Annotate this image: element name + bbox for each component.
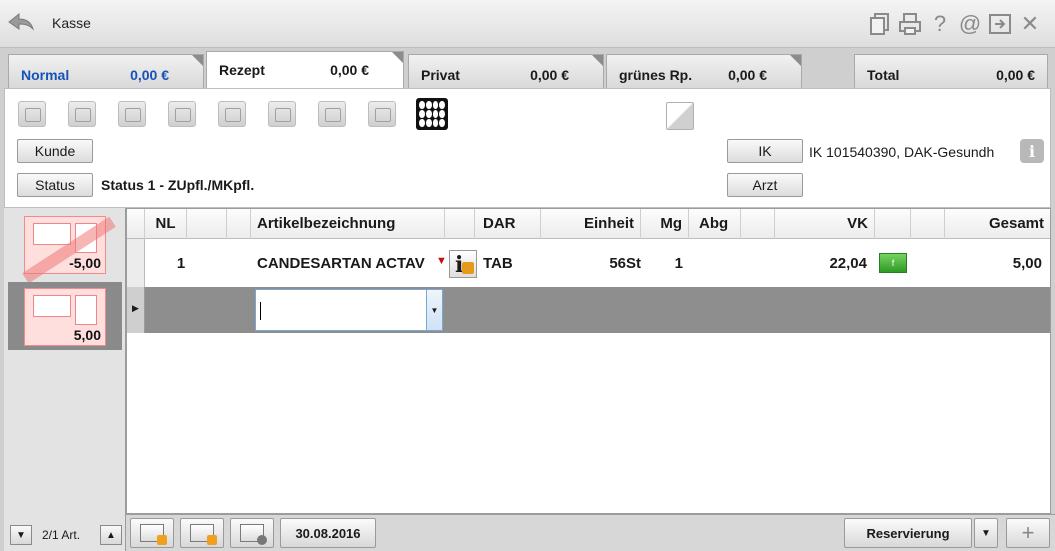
receipt-list: -5,00 5,00 ▼ 2/1 Art. ▲ xyxy=(4,208,126,551)
help-icon[interactable]: ? xyxy=(925,10,955,38)
tab-amount: 0,00 € xyxy=(728,67,767,83)
article-count: 2/1 Art. xyxy=(42,528,81,542)
row-pointer[interactable]: ▶ xyxy=(127,287,145,333)
tab-bar: Normal 0,00 € Rezept 0,00 € Privat 0,00 … xyxy=(0,48,1055,89)
window-title: Kasse xyxy=(52,15,91,31)
tab-privat[interactable]: Privat 0,00 € xyxy=(408,54,604,88)
table-import-button[interactable] xyxy=(130,518,174,548)
ik-text: IK 101540390, DAK-Gesundh xyxy=(809,144,995,160)
status-button[interactable]: Status xyxy=(17,173,93,197)
info-icon[interactable]: i xyxy=(1020,139,1044,163)
row-pointer-icon: ▶ xyxy=(132,303,139,313)
col-abg[interactable]: Abg xyxy=(689,209,741,239)
article-info-icon[interactable]: i xyxy=(449,250,477,278)
tab-label: grünes Rp. xyxy=(619,67,693,83)
tab-amount: 0,00 € xyxy=(330,62,369,78)
back-arrow-icon[interactable] xyxy=(6,10,36,34)
cell-nl[interactable]: 1 xyxy=(145,255,217,272)
customer-panel: Kunde Status Status 1 - ZUpfl./MKpfl. IK… xyxy=(4,88,1051,208)
ik-button[interactable]: IK xyxy=(727,139,803,163)
reservierung-dropdown-icon[interactable]: ▼ xyxy=(974,518,998,548)
cell-dar[interactable]: TAB xyxy=(483,255,513,272)
sort-indicator-icon: ▼ xyxy=(436,255,447,267)
tab-label: Rezept xyxy=(219,62,265,78)
tab-rezept[interactable]: Rezept 0,00 € xyxy=(206,51,404,89)
tab-corner-icon xyxy=(392,52,403,63)
status-text: Status 1 - ZUpfl./MKpfl. xyxy=(101,177,255,193)
document-person-icon[interactable] xyxy=(315,97,349,131)
scroll-down-button[interactable]: ▼ xyxy=(10,525,32,545)
tab-corner-icon xyxy=(192,55,203,66)
table-delete-button[interactable] xyxy=(230,518,274,548)
cell-gesamt[interactable]: 5,00 xyxy=(945,255,1042,272)
tab-corner-icon xyxy=(790,55,801,66)
tab-amount: 0,00 € xyxy=(530,67,569,83)
tab-corner-icon xyxy=(592,55,603,66)
total-label: Total xyxy=(867,67,900,83)
tab-label: Privat xyxy=(421,67,460,83)
status-bar: 30.08.2016 Reservierung ▼ + xyxy=(126,514,1055,551)
receipt-value: 5,00 xyxy=(73,327,101,343)
cell-vk[interactable]: 22,04 xyxy=(775,255,867,272)
f-badge-icon[interactable]: f xyxy=(879,253,907,273)
col-vk[interactable]: VK xyxy=(775,209,875,239)
row-header[interactable] xyxy=(127,239,145,287)
col-artikelbezeichnung[interactable]: Artikelbezeichnung xyxy=(251,209,445,239)
col-gesamt[interactable]: Gesamt xyxy=(945,209,1050,239)
card-icon[interactable] xyxy=(15,97,49,131)
chevron-down-icon[interactable]: ▼ xyxy=(426,290,442,330)
tab-normal[interactable]: Normal 0,00 € xyxy=(8,54,204,88)
table-icon xyxy=(140,524,167,545)
cell-einheit[interactable]: 56St xyxy=(541,255,641,272)
article-grid: NL Artikelbezeichnung DAR Einheit Mg Abg… xyxy=(126,208,1051,514)
close-icon[interactable]: ✕ xyxy=(1015,10,1045,38)
sun-icon[interactable] xyxy=(265,97,299,131)
copy-icon[interactable] xyxy=(865,10,895,38)
receipt-thumbnail[interactable]: 5,00 xyxy=(24,288,106,346)
col-einheit[interactable]: Einheit xyxy=(541,209,641,239)
cell-artikelbezeichnung[interactable]: CANDESARTAN ACTAV xyxy=(257,255,443,272)
add-icon[interactable]: + xyxy=(1006,518,1050,548)
col-nl[interactable]: NL xyxy=(145,209,187,239)
total-tab: Total 0,00 € xyxy=(854,54,1048,88)
kunde-button[interactable]: Kunde xyxy=(17,139,93,163)
table-arrow-icon xyxy=(190,524,217,545)
total-amount: 0,00 € xyxy=(996,67,1035,83)
date-button[interactable]: 30.08.2016 xyxy=(280,518,376,548)
toggle-square-icon[interactable] xyxy=(663,99,697,133)
print-icon[interactable] xyxy=(895,10,925,38)
tab-label: Normal xyxy=(21,67,70,83)
arzt-button[interactable]: Arzt xyxy=(727,173,803,197)
reservierung-button[interactable]: Reservierung xyxy=(844,518,972,548)
table-delete-icon xyxy=(240,524,267,545)
tab-amount: 0,00 € xyxy=(130,67,169,83)
grid-header: NL Artikelbezeichnung DAR Einheit Mg Abg… xyxy=(127,209,1050,239)
receipt-value: -5,00 xyxy=(69,255,101,271)
scroll-up-button[interactable]: ▲ xyxy=(100,525,122,545)
receipt-nav: ▼ 2/1 Art. ▲ xyxy=(4,517,126,551)
table-export-button[interactable] xyxy=(180,518,224,548)
printer-icon[interactable] xyxy=(115,97,149,131)
tab-gruenes-rp[interactable]: grünes Rp. 0,00 € xyxy=(606,54,802,88)
window-icon[interactable] xyxy=(985,10,1015,38)
title-bar: Kasse ? @ ✕ xyxy=(0,0,1055,48)
keypad-icon[interactable] xyxy=(415,97,449,131)
scan-icon[interactable] xyxy=(365,97,399,131)
people-icon[interactable] xyxy=(165,97,199,131)
handshake-icon[interactable] xyxy=(65,97,99,131)
receipt-thumbnail-cancelled[interactable]: -5,00 xyxy=(22,216,116,284)
col-dar[interactable]: DAR xyxy=(475,209,541,239)
percent-icon[interactable] xyxy=(215,97,249,131)
cell-mg[interactable]: 1 xyxy=(641,255,683,272)
at-icon[interactable]: @ xyxy=(955,10,985,38)
article-search-combobox[interactable]: ▼ xyxy=(255,289,443,331)
col-mg[interactable]: Mg xyxy=(641,209,689,239)
